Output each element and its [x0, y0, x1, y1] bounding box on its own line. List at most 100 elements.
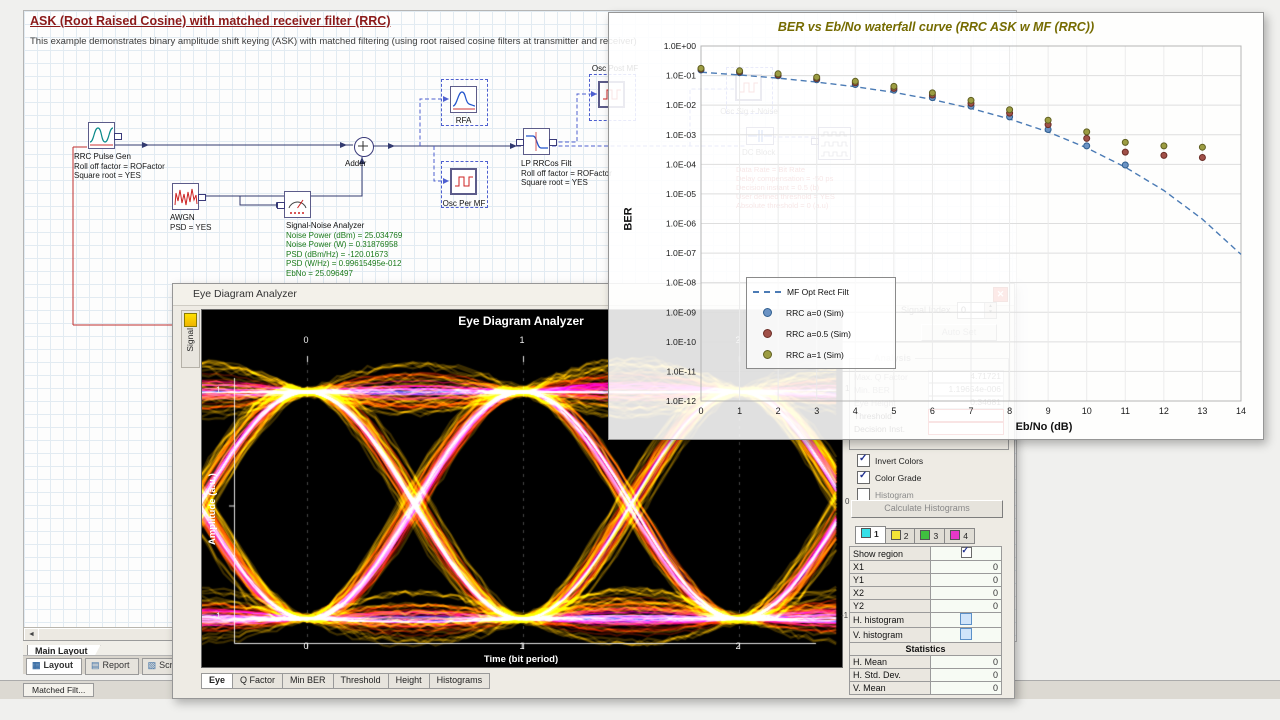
tab-histograms[interactable]: Histograms: [429, 673, 491, 689]
color-tab-2[interactable]: 2: [885, 528, 916, 544]
table-cell-label: X1: [849, 560, 931, 574]
x-tick-top: 1: [519, 335, 525, 345]
tab-signal[interactable]: Signal: [181, 310, 200, 368]
signal-tab-label: Signal: [185, 328, 195, 352]
x-tick-bottom: 1: [519, 641, 525, 651]
tab-icon: ▧: [147, 660, 157, 670]
checkbox[interactable]: [857, 453, 870, 467]
block-label-rrc-pulse-gen: RRC Pulse Gen Roll off factor = ROFactor…: [74, 152, 165, 181]
legend-dot-sample: [763, 329, 772, 338]
table-cell-checkbox: [930, 545, 1002, 561]
block-lp-rrcos-filt[interactable]: [516, 128, 557, 155]
x-tick-label: 11: [1121, 406, 1130, 416]
table-row: V. Mean 0: [849, 681, 1002, 695]
data-point: [1006, 106, 1014, 114]
block-osc-per-mf[interactable]: [450, 168, 477, 195]
input-port[interactable]: [516, 139, 524, 146]
legend-label: MF Opt Rect Filt: [787, 286, 849, 297]
block-awgn[interactable]: [172, 183, 206, 210]
chart-xaxis-label: Eb/No (dB): [1015, 421, 1073, 433]
tab-label: Layout: [43, 660, 74, 670]
x-tick-label: 4: [853, 406, 858, 416]
y-tick-label: 1.0E-11: [667, 366, 697, 376]
block-param: EbNo = 25.096497: [286, 268, 353, 278]
data-point: [1160, 142, 1168, 150]
histogram-checkbox[interactable]: [960, 613, 972, 625]
table-cell-value[interactable]: 0: [930, 560, 1002, 574]
application-window: ASK (Root Raised Cosine) with matched re…: [0, 0, 1280, 720]
block-name: Osc Per MF: [442, 199, 486, 208]
color-tab-1[interactable]: 1: [855, 526, 886, 544]
block-label-awgn: AWGN PSD = YES: [170, 213, 211, 232]
data-point: [1121, 161, 1129, 169]
table-cell-value[interactable]: 0: [930, 599, 1002, 613]
y-tick-left: 1: [215, 385, 221, 395]
data-point: [1083, 142, 1091, 150]
color-swatch: [950, 530, 961, 540]
data-point: [1160, 151, 1168, 159]
block-rrc-pulse-gen[interactable]: [88, 122, 122, 149]
table-row: Statistics: [849, 642, 1002, 656]
x-tick-label: 0: [698, 406, 703, 416]
tab-report[interactable]: ▤ Report: [85, 658, 139, 675]
y-tick-label: 1.0E-05: [666, 189, 696, 199]
table-cell-label: X2: [849, 586, 931, 600]
block-param: Roll off factor = ROFactor: [521, 168, 612, 178]
output-port[interactable]: [114, 133, 122, 140]
block-name: LP RRCos Filt: [521, 159, 572, 168]
checkbox[interactable]: [960, 545, 972, 558]
y-tick-label: 1.0E+00: [664, 41, 696, 51]
table-cell-value[interactable]: 0: [930, 573, 1002, 587]
y-tick-label: 1.0E-03: [666, 130, 696, 140]
table-cell-value[interactable]: 0: [930, 655, 1002, 669]
color-swatch: [920, 530, 931, 540]
x-tick-label: 9: [1046, 406, 1051, 416]
tab-icon: ▦: [32, 660, 41, 670]
block-label-lp-rrcos: LP RRCos Filt Roll off factor = ROFactor…: [521, 159, 612, 188]
tab-threshold[interactable]: Threshold: [333, 673, 389, 689]
legend-item: RRC a=0.5 (Sim): [753, 323, 895, 344]
table-cell-value[interactable]: 0: [930, 681, 1002, 695]
tab-q-factor[interactable]: Q Factor: [233, 673, 284, 689]
region-color-tabs: 1 2 3 4: [855, 526, 975, 544]
y-tick-label: 1.0E-10: [666, 337, 696, 347]
table-row: X1 0: [849, 560, 1002, 574]
ber-chart-window: BER vs Eb/No waterfall curve (RRC ASK w …: [608, 12, 1264, 440]
tab-layout[interactable]: ▦ Layout: [26, 658, 83, 675]
block-name: RRC Pulse Gen: [74, 152, 131, 161]
block-rfa[interactable]: [450, 86, 477, 113]
output-port[interactable]: [198, 194, 206, 201]
waveform-icon: [89, 127, 114, 146]
x-tick-top: 0: [303, 335, 309, 345]
calculate-histograms-button[interactable]: Calculate Histograms: [851, 500, 1003, 518]
histogram-checkbox[interactable]: [960, 628, 972, 640]
input-port[interactable]: [277, 202, 285, 209]
table-cell-checkbox: [930, 627, 1002, 643]
checkbox-row: Color Grade: [857, 469, 923, 486]
eye-xaxis-label: Time (bit period): [483, 654, 559, 665]
table-cell-label: V. Mean: [849, 681, 931, 695]
table-cell-value[interactable]: 0: [930, 668, 1002, 682]
block-param: Noise Power (dBm) = 25.034769: [286, 230, 403, 240]
checkbox[interactable]: [857, 470, 870, 484]
table-cell-value[interactable]: 0: [930, 586, 1002, 600]
tab-eye[interactable]: Eye: [201, 673, 234, 689]
block-adder[interactable]: [354, 137, 374, 157]
table-section-header: Statistics: [849, 642, 1002, 656]
y-tick-label: 1.0E-01: [666, 71, 696, 81]
tab-matched-filter[interactable]: Matched Filt...: [23, 683, 95, 697]
color-tab-3[interactable]: 3: [915, 528, 946, 544]
tab-min-ber[interactable]: Min BER: [283, 673, 334, 689]
color-tab-label: 2: [903, 531, 909, 541]
tab-height[interactable]: Height: [388, 673, 430, 689]
color-tab-4[interactable]: 4: [945, 528, 975, 544]
output-port[interactable]: [549, 139, 557, 146]
x-tick-label: 12: [1159, 406, 1169, 416]
x-tick-bottom: 2: [735, 641, 741, 651]
plus-icon: [358, 141, 368, 151]
table-row: H. Std. Dev. 0: [849, 668, 1002, 682]
block-signal-noise-analyzer[interactable]: [277, 191, 311, 218]
block-param: Square root = YES: [521, 178, 588, 187]
data-point: [697, 64, 705, 72]
data-point: [1083, 128, 1091, 136]
